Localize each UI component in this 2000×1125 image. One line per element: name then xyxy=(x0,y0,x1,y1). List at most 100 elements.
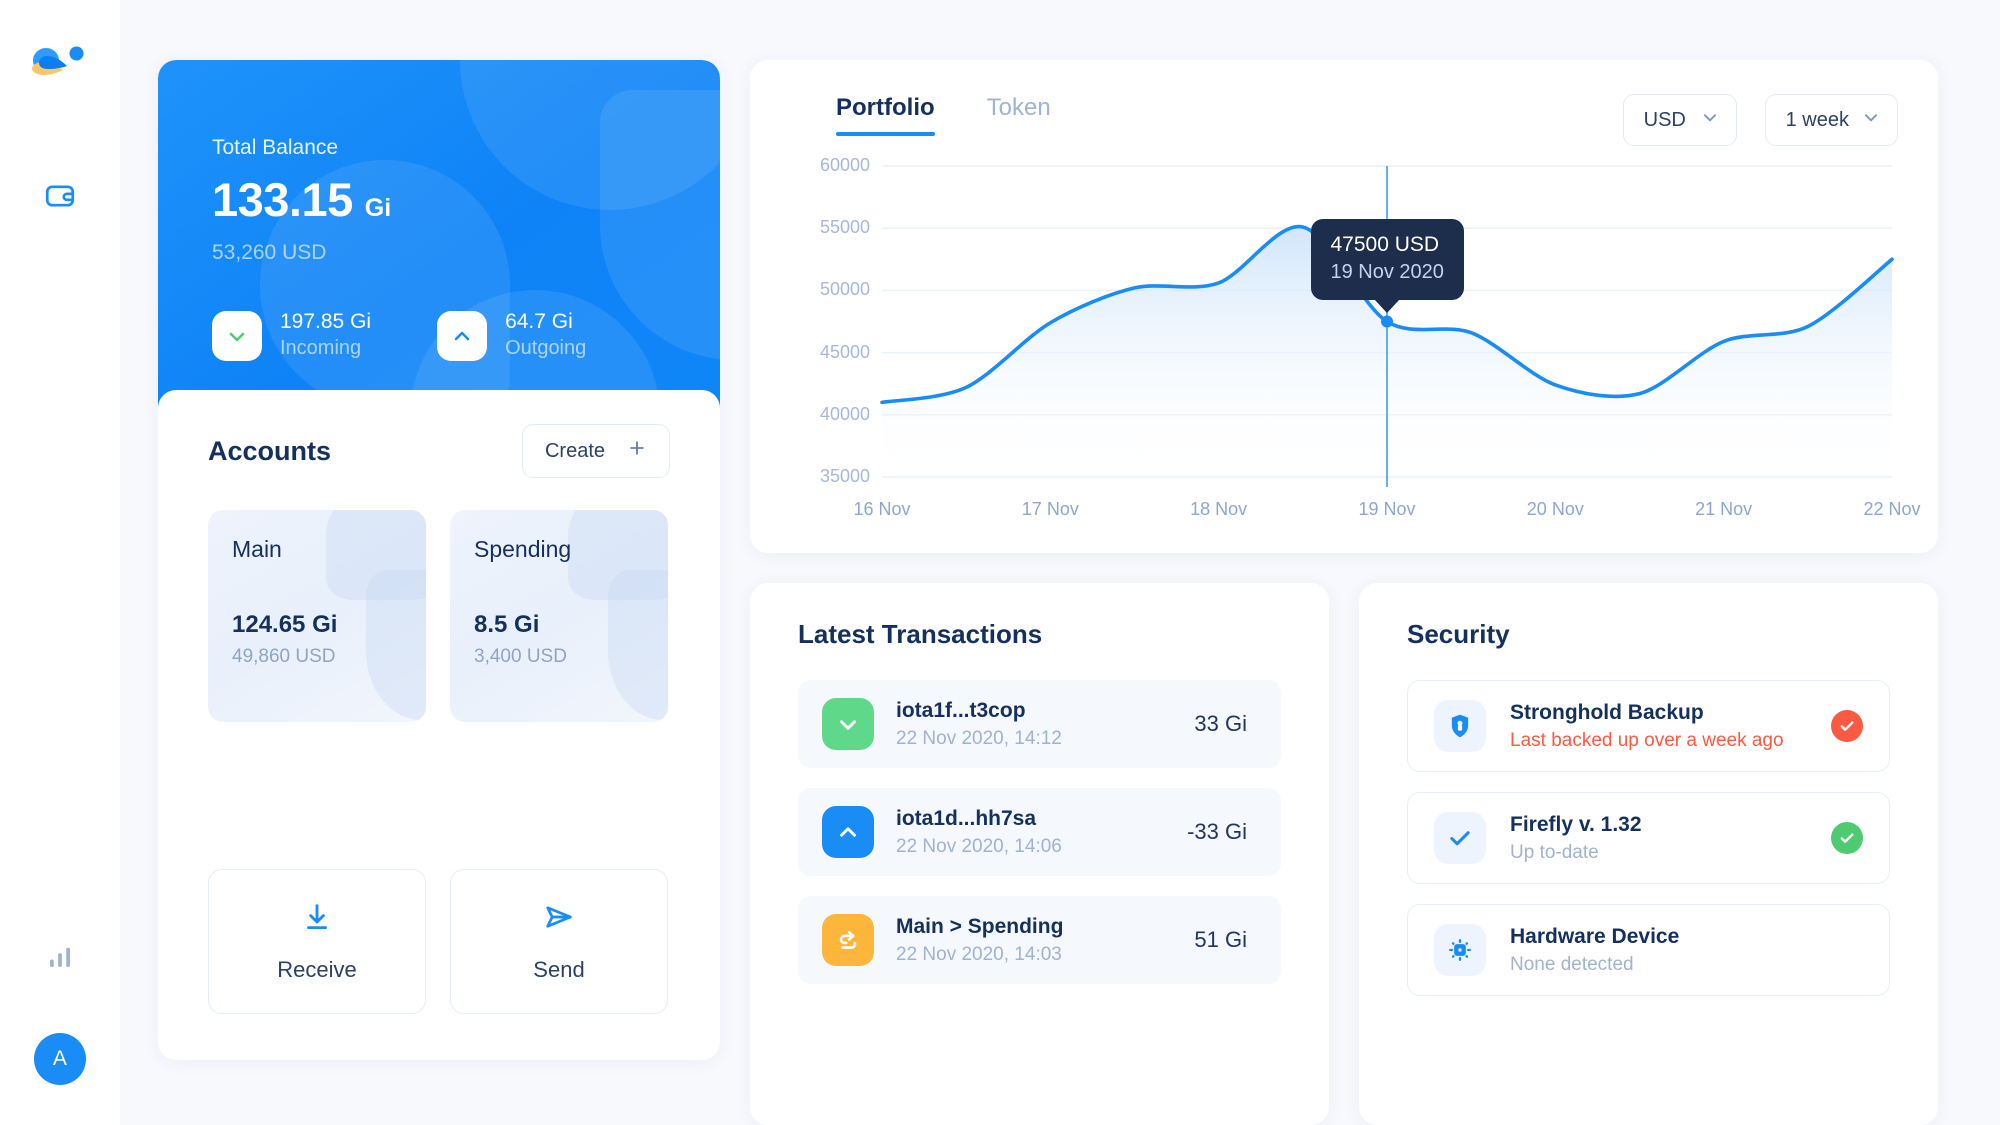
wallet-card: Total Balance 133.15 Gi 53,260 USD 197.8… xyxy=(158,60,720,1060)
security-info: Hardware Device None detected xyxy=(1510,925,1863,976)
security-info: Firefly v. 1.32 Up to-date xyxy=(1510,813,1807,864)
firefly-logo-icon xyxy=(32,42,88,92)
security-title: Security xyxy=(1407,619,1510,649)
decorative-shape xyxy=(608,570,668,720)
incoming-value: 197.85 Gi xyxy=(280,310,372,333)
account-fiat: 3,400 USD xyxy=(474,646,567,667)
tab-token[interactable]: Token xyxy=(987,94,1051,136)
transaction-amount: 33 Gi xyxy=(1194,711,1247,736)
sidebar-nav-bottom: A xyxy=(34,933,86,1085)
latest-transactions-panel: Latest Transactions iota1f...t3cop 22 No… xyxy=(750,583,1329,1125)
wallet-actions: Receive Send xyxy=(208,869,670,1014)
accounts-section: Accounts Create Main 124.65 Gi 49,860 US… xyxy=(158,390,720,1060)
receive-button[interactable]: Receive xyxy=(208,869,426,1014)
security-status: Last backed up over a week ago xyxy=(1510,729,1784,751)
security-name: Stronghold Backup xyxy=(1510,700,1704,724)
total-balance-fiat: 53,260 USD xyxy=(212,241,327,264)
chevron-down-icon xyxy=(822,698,874,750)
accounts-header: Accounts Create xyxy=(208,424,670,478)
account-name: Main xyxy=(232,536,282,562)
accounts-title: Accounts xyxy=(208,435,332,466)
status-badge xyxy=(1831,710,1863,742)
status-badge xyxy=(1831,822,1863,854)
table-row[interactable]: iota1d...hh7sa 22 Nov 2020, 14:06 -33 Gi xyxy=(798,788,1281,876)
y-axis-tick-label: 50000 xyxy=(819,279,870,300)
flow-outgoing: 64.7 Gi Outgoing xyxy=(437,309,586,362)
create-account-label: Create xyxy=(544,439,605,462)
transactions-title: Latest Transactions xyxy=(798,619,1043,649)
decorative-shape xyxy=(366,570,426,720)
x-axis-tick-label: 18 Nov xyxy=(1190,499,1248,519)
security-name: Hardware Device xyxy=(1510,924,1680,948)
flow-stats: 197.85 Gi Incoming 64.7 Gi Outgoing xyxy=(212,309,666,362)
chart-tabs: Portfolio Token xyxy=(790,94,1051,136)
account-name: Spending xyxy=(474,536,572,562)
chevron-up-icon xyxy=(437,310,488,361)
portfolio-area-chart[interactable]: 60000 55000 50000 45000 40000 35000 16 Nov 17 N… xyxy=(790,152,1921,538)
plus-icon xyxy=(627,438,647,464)
security-panel: Security Stronghold Backup Last backed u… xyxy=(1359,583,1938,1125)
total-balance-label: Total Balance xyxy=(212,136,339,159)
chevron-down-icon xyxy=(212,310,262,361)
shield-lock-icon xyxy=(1434,700,1486,752)
currency-select[interactable]: USD xyxy=(1622,94,1737,146)
check-icon xyxy=(1434,812,1486,864)
y-axis-tick-label: 60000 xyxy=(819,155,870,175)
list-item[interactable]: Firefly v. 1.32 Up to-date xyxy=(1407,792,1890,884)
chart-svg xyxy=(880,165,1894,487)
account-fiat: 49,860 USD xyxy=(232,646,336,667)
security-status: Up to-date xyxy=(1510,841,1599,863)
range-select[interactable]: 1 week xyxy=(1764,94,1898,146)
chart-tooltip: 47500 USD 19 Nov 2020 xyxy=(1310,218,1464,300)
account-values: 8.5 Gi 3,400 USD xyxy=(474,611,567,668)
transaction-date: 22 Nov 2020, 14:03 xyxy=(896,943,1062,965)
transaction-name: Main > Spending xyxy=(896,914,1064,938)
balance-value: 133.15 xyxy=(212,173,353,226)
chart-marker-point[interactable] xyxy=(1381,315,1393,328)
chart-header: Portfolio Token USD 1 week xyxy=(790,94,1898,146)
sidebar: A xyxy=(0,0,120,1125)
app-root: A Total Balance 133.15 Gi 53,260 USD 197… xyxy=(0,0,2000,1125)
security-list: Stronghold Backup Last backed up over a … xyxy=(1407,680,1890,996)
y-axis-tick-label: 45000 xyxy=(819,341,870,362)
transaction-info: iota1d...hh7sa 22 Nov 2020, 14:06 xyxy=(896,807,1165,858)
tooltip-value: 47500 USD xyxy=(1330,232,1440,256)
transaction-name: iota1d...hh7sa xyxy=(896,806,1037,830)
send-button[interactable]: Send xyxy=(450,869,668,1014)
x-axis-tick-label: 22 Nov xyxy=(1863,499,1921,519)
y-axis-tick-label: 35000 xyxy=(819,466,870,486)
portfolio-chart-panel: Portfolio Token USD 1 week 60000 55000 5… xyxy=(750,60,1938,553)
list-item[interactable]: Stronghold Backup Last backed up over a … xyxy=(1407,680,1890,772)
x-axis-tick-label: 21 Nov xyxy=(1695,499,1753,519)
sidebar-item-wallet[interactable] xyxy=(36,172,84,220)
transaction-name: iota1f...t3cop xyxy=(896,698,1026,722)
list-item[interactable]: Hardware Device None detected xyxy=(1407,904,1890,996)
table-row[interactable]: Main > Spending 22 Nov 2020, 14:03 51 Gi xyxy=(798,896,1281,984)
sidebar-item-staking[interactable] xyxy=(36,933,84,981)
paper-plane-icon xyxy=(542,900,576,939)
tooltip-date: 19 Nov 2020 xyxy=(1330,260,1444,283)
tab-portfolio[interactable]: Portfolio xyxy=(836,94,935,136)
transaction-date: 22 Nov 2020, 14:06 xyxy=(896,835,1062,857)
create-account-button[interactable]: Create xyxy=(521,424,670,478)
currency-select-value: USD xyxy=(1643,108,1686,131)
left-column: Total Balance 133.15 Gi 53,260 USD 197.8… xyxy=(158,60,720,1125)
chevron-down-icon xyxy=(1700,107,1720,133)
table-row[interactable]: iota1f...t3cop 22 Nov 2020, 14:12 33 Gi xyxy=(798,680,1281,768)
avatar[interactable]: A xyxy=(34,1033,86,1085)
receive-label: Receive xyxy=(277,957,357,982)
avatar-label: A xyxy=(52,1047,68,1070)
right-column: Portfolio Token USD 1 week 60000 55000 5… xyxy=(750,60,1938,1125)
swap-arrows-icon xyxy=(822,914,874,966)
account-card[interactable]: Spending 8.5 Gi 3,400 USD xyxy=(450,510,668,722)
download-arrow-icon xyxy=(300,900,334,939)
tab-token-label: Token xyxy=(986,94,1051,121)
total-balance-card: Total Balance 133.15 Gi 53,260 USD 197.8… xyxy=(158,60,720,408)
account-card[interactable]: Main 124.65 Gi 49,860 USD xyxy=(208,510,426,722)
transaction-amount: 51 Gi xyxy=(1194,927,1247,952)
transaction-amount: -33 Gi xyxy=(1187,819,1247,844)
x-axis-tick-label: 20 Nov xyxy=(1526,499,1584,519)
total-balance-amount: 133.15 Gi xyxy=(212,172,666,227)
security-info: Stronghold Backup Last backed up over a … xyxy=(1510,701,1807,752)
x-axis-tick-label: 16 Nov xyxy=(853,499,911,519)
